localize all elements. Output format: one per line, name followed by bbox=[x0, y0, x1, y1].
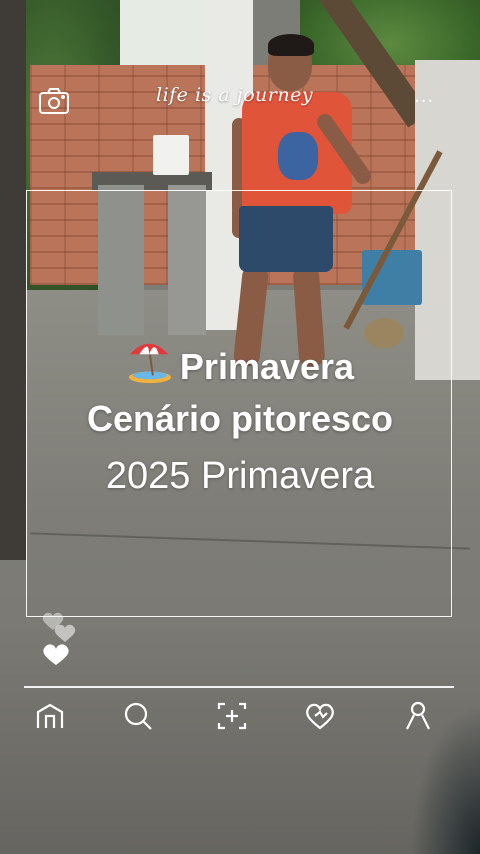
title-primavera: Primavera bbox=[179, 346, 355, 387]
camera-icon[interactable] bbox=[38, 87, 70, 115]
white-bucket bbox=[153, 135, 189, 175]
search-icon[interactable] bbox=[120, 698, 156, 734]
heart-icon bbox=[43, 644, 69, 665]
home-icon[interactable] bbox=[32, 698, 68, 734]
more-dots-icon[interactable]: ... bbox=[414, 88, 434, 106]
person-hair bbox=[268, 34, 314, 56]
title-line-1: Primavera bbox=[0, 337, 480, 394]
add-photo-icon[interactable] bbox=[214, 698, 250, 734]
beach-umbrella-icon bbox=[126, 337, 174, 394]
shirt-print bbox=[278, 132, 318, 180]
bottom-nav bbox=[0, 694, 480, 740]
heart-outline-icon[interactable] bbox=[302, 698, 338, 734]
reaction-hearts bbox=[40, 610, 90, 670]
title-line-3: 2025 Primavera bbox=[105, 455, 375, 497]
profile-icon[interactable] bbox=[400, 698, 436, 734]
heart-icon bbox=[54, 624, 76, 642]
title-line-2: Cenário pitoresco bbox=[86, 398, 394, 439]
nav-divider bbox=[24, 686, 454, 688]
journey-caption: life is a journey bbox=[156, 84, 314, 106]
